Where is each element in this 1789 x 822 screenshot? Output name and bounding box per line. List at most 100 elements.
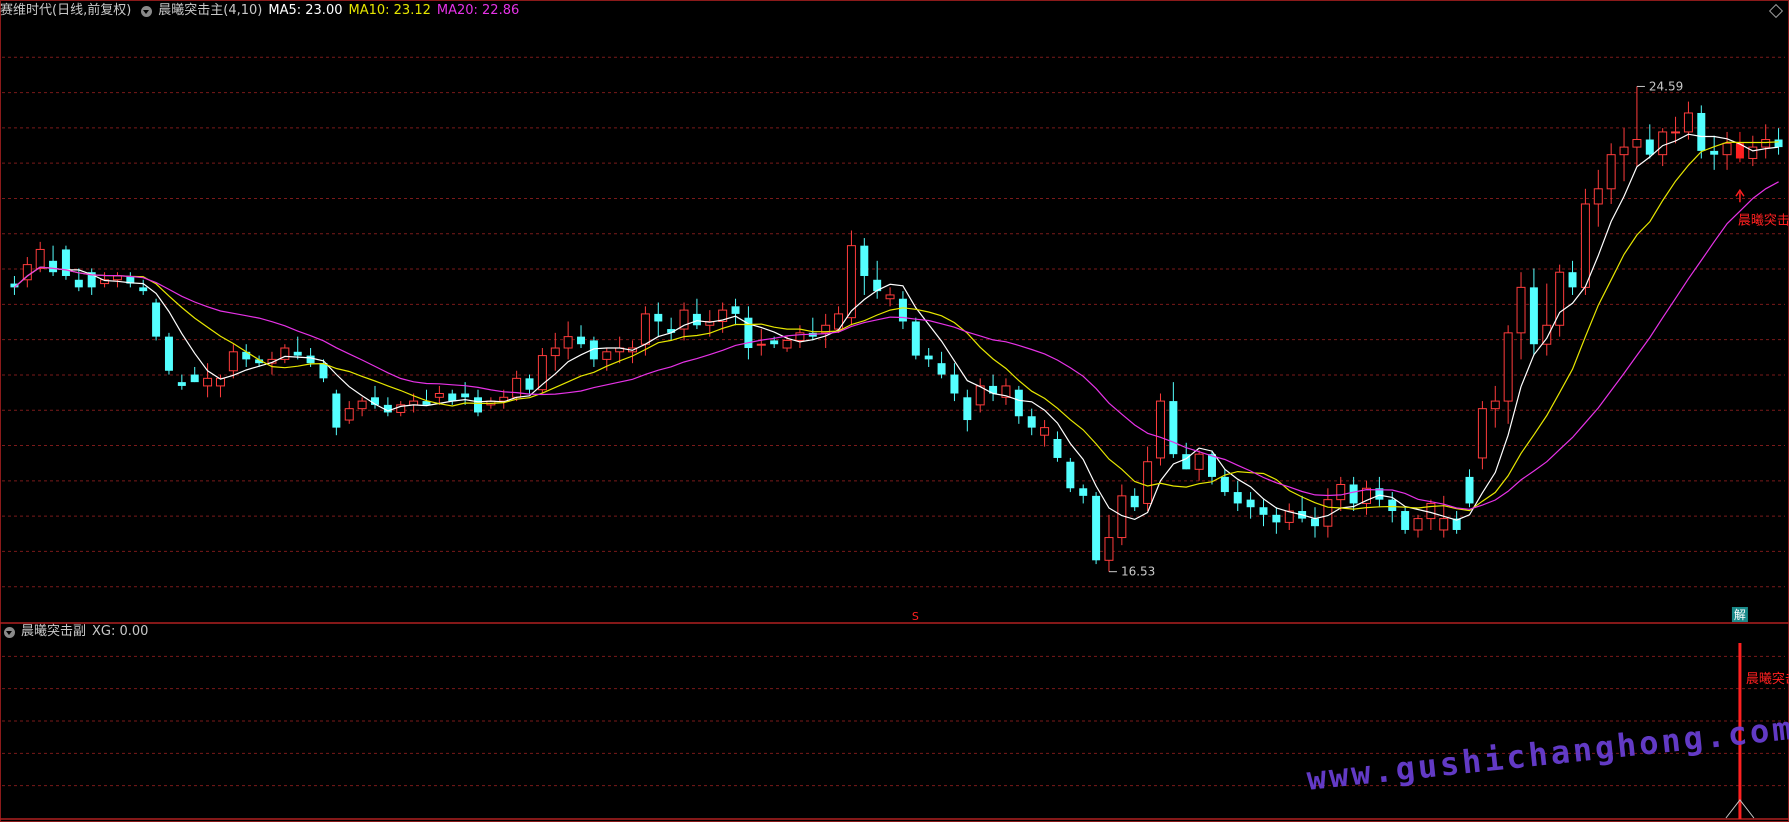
candle-body: [1645, 139, 1654, 155]
candle-body: [937, 363, 946, 375]
candle-body: [61, 249, 70, 276]
candle-body: [692, 313, 701, 326]
candle-body: [74, 279, 83, 288]
main-indicator-name[interactable]: 晨曦突击主(4,10): [158, 0, 262, 22]
candle-body: [1516, 286, 1526, 334]
candle-body: [1220, 476, 1229, 493]
candle-body: [1349, 484, 1358, 504]
candle-body: [860, 245, 869, 276]
sub-signal-label: 晨曦突击: [1746, 671, 1789, 687]
candle-body: [679, 309, 689, 330]
candle-body: [228, 351, 238, 372]
chart-window: 24.5916.53晨曦突击S解晨曦突击 赛维时代(日线,前复权) 晨曦突击主(…: [0, 0, 1789, 822]
candle-body: [782, 339, 792, 349]
candle-body: [550, 347, 560, 357]
sub-indicator-name[interactable]: 晨曦突击副: [21, 621, 86, 643]
candle-body: [1580, 203, 1590, 288]
indicator-menu-icon[interactable]: [141, 5, 153, 17]
candle-body: [332, 393, 341, 428]
low-price-label: 16.53: [1121, 565, 1155, 579]
candle-body: [1130, 495, 1139, 508]
candle-body: [950, 374, 959, 394]
candle-body: [602, 351, 612, 360]
ma20-line: [14, 181, 1779, 510]
candle-body: [885, 294, 895, 300]
candle-body: [1014, 389, 1023, 417]
candle-body: [1619, 146, 1629, 156]
candle-body: [319, 363, 328, 379]
main-chart-panel[interactable]: 24.5916.53晨曦突击S解晨曦突击: [0, 0, 1789, 822]
candle-body: [1092, 495, 1101, 561]
ma20-label: MA20: 22.86: [436, 3, 520, 18]
candle-body: [1490, 400, 1500, 410]
sub-indicator-menu-icon[interactable]: [4, 626, 15, 638]
candle-body: [563, 336, 573, 349]
candle-body: [1079, 488, 1088, 496]
candle-body: [911, 321, 920, 356]
main-signal-label: 晨曦突击: [1738, 212, 1789, 228]
candle-body: [1388, 499, 1397, 512]
candle-body: [306, 355, 315, 364]
candle-body: [152, 302, 161, 337]
candle-body: [1246, 499, 1255, 508]
candle-body: [1272, 514, 1281, 523]
candle-body: [1761, 139, 1771, 148]
candle-body: [22, 264, 32, 281]
candle-body: [357, 400, 367, 410]
candle-body: [1053, 438, 1062, 458]
candle-body: [1104, 537, 1114, 561]
candle-body: [448, 393, 457, 402]
candle-body: [293, 351, 302, 356]
candle-body: [203, 377, 213, 387]
candle-body: [770, 340, 779, 345]
candle-body: [1774, 139, 1783, 148]
candle-body: [756, 343, 766, 346]
candle-body: [1568, 272, 1577, 288]
candle-body: [1323, 499, 1333, 527]
candle-body: [344, 408, 354, 421]
candle-body: [795, 332, 805, 341]
candle-body: [731, 306, 740, 314]
candle-body: [1439, 518, 1449, 531]
candle-body: [512, 377, 522, 398]
candle-body: [525, 378, 534, 390]
candle-body: [963, 397, 972, 421]
candle-body: [1465, 476, 1474, 504]
candle-body: [577, 336, 586, 345]
candle-body: [139, 287, 148, 292]
candle-body: [1671, 131, 1681, 134]
high-price-label: 24.59: [1649, 79, 1683, 93]
window-border: [0, 0, 1789, 822]
candle-body: [640, 313, 650, 345]
sub-panel-header: 晨曦突击副 XG: 0.00: [0, 621, 154, 643]
candle-body: [1710, 150, 1719, 155]
candle-body: [434, 393, 444, 398]
candle-body: [1143, 461, 1153, 504]
candle-body: [1477, 408, 1487, 459]
candle-body: [1658, 131, 1668, 156]
candle-body: [1194, 453, 1204, 470]
candle-body: [474, 397, 482, 413]
candle-body: [461, 393, 470, 398]
candle-body: [1311, 518, 1319, 527]
candle-body: [112, 275, 122, 281]
candle-body: [177, 382, 186, 386]
candle-body: [846, 245, 856, 319]
candle-body: [1413, 518, 1423, 531]
candle-body: [1632, 139, 1642, 148]
candle-body: [49, 260, 58, 273]
candle-body: [35, 248, 45, 269]
candle-body: [1606, 154, 1616, 190]
candle-body: [1503, 332, 1513, 402]
ma5-label: MA5: 23.00: [268, 3, 343, 18]
xg-label: XG: 0.00: [92, 624, 149, 639]
candle-body: [1593, 188, 1603, 205]
ma10-line: [14, 141, 1779, 512]
main-panel-header: 赛维时代(日线,前复权) 晨曦突击主(4,10) MA5: 23.00 MA10…: [0, 0, 525, 22]
marker-s: S: [912, 610, 919, 623]
candle-body: [1155, 400, 1165, 459]
candle-body: [1697, 112, 1706, 151]
ma10-label: MA10: 23.12: [348, 3, 431, 18]
candle-body: [1722, 142, 1732, 156]
candle-body: [1169, 401, 1178, 455]
